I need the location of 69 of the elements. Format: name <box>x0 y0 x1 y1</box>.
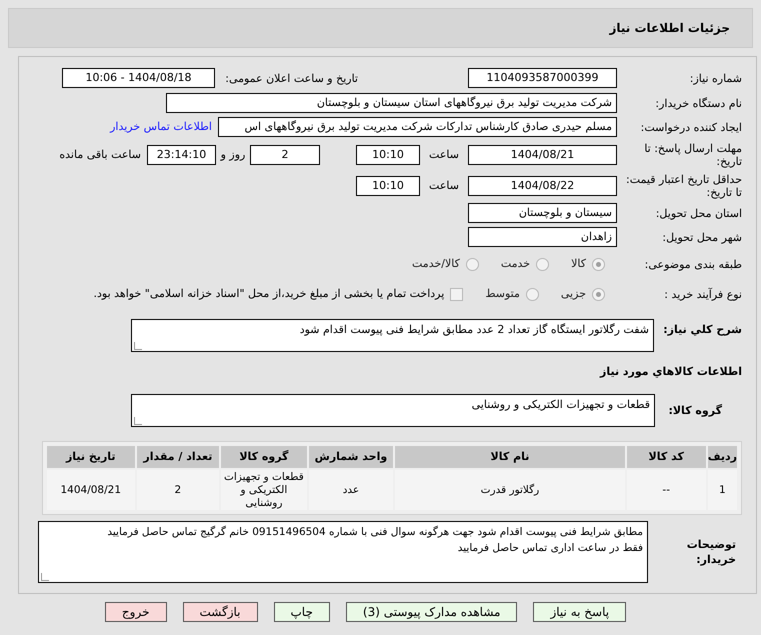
action-button[interactable]: پاسخ به نیاز <box>533 602 626 622</box>
checkbox-label: پرداخت تمام یا بخشی از مبلغ خرید،از محل "اسناد خزانه اسلامی" خواهد بود. <box>94 287 444 301</box>
text-area[interactable]: شفت رگلاتور ایستگاه گاز تعداد 2 عدد مطابق شرایط فنی پیوست اقدام شود <box>131 319 654 352</box>
field-label: نام دستگاه خریدار: <box>654 96 742 110</box>
field-label: ساعت <box>428 148 460 162</box>
field-label: شماره نیاز: <box>688 72 742 84</box>
field-label: شرح کلي نياز: <box>662 322 742 337</box>
action-button[interactable]: مشاهده مدارک پیوستی (3) <box>346 602 518 622</box>
radio-button[interactable] <box>526 288 539 300</box>
column-header: نام کالا <box>395 446 625 468</box>
text-field[interactable]: 10:10 <box>356 176 420 196</box>
field-label: روز و <box>219 148 246 162</box>
radio-button[interactable] <box>592 288 605 300</box>
table-cell: -- <box>626 470 706 510</box>
column-header: تاریخ نیاز <box>47 446 135 468</box>
table-cell: عدد <box>308 470 394 510</box>
field-label: ساعت <box>428 179 460 193</box>
resize-grip-icon <box>134 342 142 350</box>
radio-label: متوسط <box>485 287 520 301</box>
table-cell: 1404/08/21 <box>47 470 135 510</box>
text-field[interactable]: 2 <box>250 145 320 165</box>
page-title: جزئیات اطلاعات نیاز <box>609 21 730 35</box>
table-cell: قطعات و تجهیزات الکتریکی و روشنایی <box>221 470 307 510</box>
text-field[interactable]: مسلم حیدری صادق کارشناس تدارکات شرکت مدیریت تولید برق نیروگاههای اس <box>218 117 617 137</box>
text-area[interactable]: مطابق شرایط فنی پیوست اقدام شود جهت هرگونه سوال فنی با شماره 09151496504 خانم گرگیج تماس حاصل فرمایید فقط در ساعت اداری تماس حاصل فرمایید <box>38 521 648 583</box>
field-label: شهر محل تحویل: <box>661 230 742 244</box>
table-cell: رگلاتور قدرت <box>395 470 625 510</box>
field-label: تاریخ و ساعت اعلان عمومی: <box>224 72 358 84</box>
radio-label: کالا <box>571 257 586 271</box>
resize-grip-icon <box>134 417 142 425</box>
radio-button[interactable] <box>592 258 605 270</box>
text-field[interactable]: زاهدان <box>468 227 617 247</box>
text-field[interactable]: 1404/08/21 <box>468 145 617 165</box>
action-button[interactable]: خروج <box>104 602 166 622</box>
checkbox[interactable] <box>450 288 464 300</box>
text-field[interactable]: 23:14:10 <box>147 145 216 165</box>
buyer-contact-link[interactable]: اطلاعات تماس خریدار <box>110 120 212 134</box>
action-button[interactable]: بازگشت <box>182 602 258 622</box>
resize-grip-icon <box>41 573 49 581</box>
action-button[interactable]: چاپ <box>274 602 330 622</box>
column-header: تعداد / مقدار <box>136 446 220 468</box>
table-cell: 2 <box>136 470 220 510</box>
field-label: ایجاد کننده درخواست: <box>640 120 742 134</box>
text-field[interactable]: سیستان و بلوچستان <box>468 203 617 223</box>
field-label: مهلت ارسال پاسخ: تا تاریخ: <box>643 142 742 168</box>
radio-label: کالا/خدمت <box>412 257 460 271</box>
radio-label: جزیی <box>560 287 586 301</box>
field-label: استان محل تحویل: <box>654 206 742 220</box>
table-cell: 1 <box>708 470 737 510</box>
column-header: ردیف <box>708 446 737 468</box>
radio-label: خدمت <box>500 257 530 271</box>
field-label: گروه کالا: <box>667 404 723 418</box>
column-header: کد کالا <box>626 446 706 468</box>
field-label: حداقل تاریخ اعتبار قیمت: تا تاریخ: <box>625 173 742 199</box>
field-label: توضیحات خریدار: <box>686 537 737 567</box>
column-header: واحد شمارش <box>308 446 394 468</box>
radio-button[interactable] <box>536 258 550 270</box>
text-field[interactable]: شرکت مدیریت تولید برق نیروگاههای استان سیستان و بلوچستان <box>166 93 617 113</box>
text-field[interactable]: 1404/08/22 <box>468 176 617 196</box>
radio-button[interactable] <box>466 258 479 270</box>
column-header: گروه کالا <box>221 446 307 468</box>
field-label: ساعت باقی مانده <box>59 148 141 162</box>
text-field[interactable]: 1404/08/18 - 10:06 <box>62 68 215 88</box>
field-label: طبقه بندی موضوعی: <box>644 258 742 270</box>
field-label: نوع فرآیند خرید : <box>663 288 742 300</box>
section-title: اطلاعات کالاهاي مورد نياز <box>600 365 742 379</box>
text-area[interactable]: قطعات و تجهیزات الکتریکی و روشنایی <box>131 394 655 427</box>
text-field[interactable]: 10:10 <box>356 145 420 165</box>
text-field[interactable]: 1104093587000399 <box>468 68 617 88</box>
